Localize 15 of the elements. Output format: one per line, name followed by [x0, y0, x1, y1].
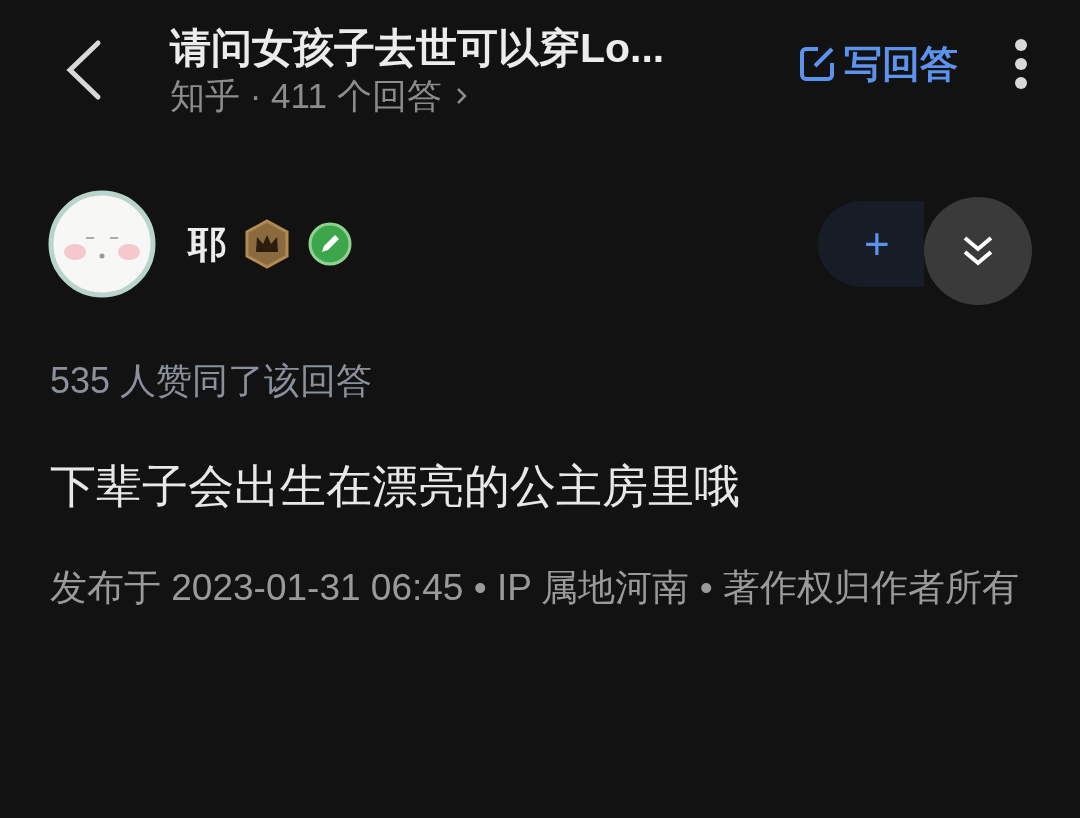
answer-count[interactable]: 知乎 · 411 个回答: [170, 74, 442, 118]
publish-info: 发布于 2023-01-31 06:45 • IP 属地河南 • 著作权归作者所有: [50, 566, 1020, 610]
edit-icon: [798, 45, 836, 83]
author-name[interactable]: 耶: [188, 215, 226, 273]
double-chevron-down-icon: [961, 234, 995, 268]
question-title: 请问女孩子去世可以穿Lo...: [170, 24, 666, 73]
crown-badge-icon: [244, 219, 290, 269]
follow-button[interactable]: +: [818, 201, 924, 287]
answer-text: 下辈子会出生在漂亮的公主房里哦: [50, 459, 741, 514]
avatar-drawing[interactable]: [48, 190, 156, 298]
chevron-right-icon: [455, 86, 468, 106]
more-icon[interactable]: [1014, 38, 1028, 90]
pencil-badge-icon: [308, 222, 352, 266]
write-answer-button[interactable]: 写回答: [798, 35, 958, 93]
upvote-count: 535 人赞同了该回答: [50, 359, 374, 403]
